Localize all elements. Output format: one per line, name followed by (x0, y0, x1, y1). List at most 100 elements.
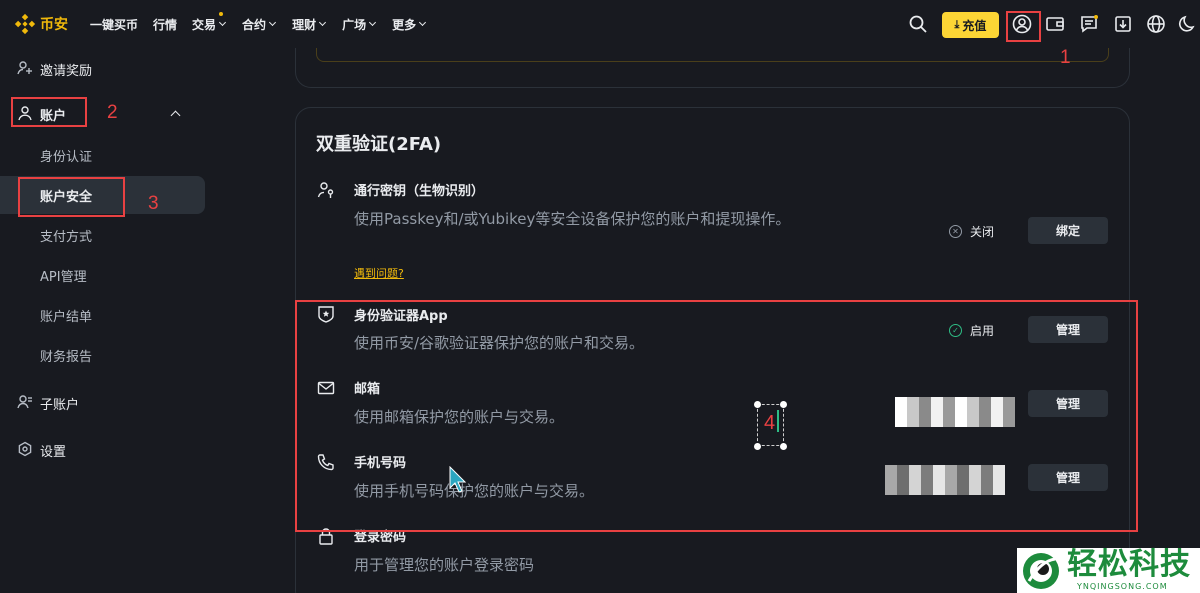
mosaic-cell (897, 475, 909, 485)
nav-square[interactable]: 广场 (342, 16, 377, 33)
mosaic-cell (945, 475, 957, 485)
sidebar-subitem-statements[interactable]: 账户结单 (0, 296, 205, 334)
search-icon[interactable] (908, 14, 928, 34)
top-navigation-bar: 币安 一键买币 行情 交易 合约 理财 广场 更多 ⤓ 充值 (0, 0, 1200, 48)
mosaic-cell (895, 417, 907, 427)
binance-logo-icon (14, 13, 36, 35)
watermark-subtext: YNQINGSONG.COM (1077, 582, 1168, 591)
previous-card-notice (316, 48, 1109, 62)
sidebar-subitem-label: 支付方式 (40, 229, 93, 245)
sidebar-subitem-api[interactable]: API管理 (0, 256, 205, 294)
sidebar-item-sub-account[interactable]: 子账户 (0, 384, 205, 422)
passkey-status: ✕ 关闭 (949, 223, 994, 240)
sidebar-item-account[interactable]: 账户 (0, 95, 205, 133)
sidebar-subitem-label: 财务报告 (40, 349, 93, 365)
envelope-icon (317, 379, 335, 397)
mouse-cursor-icon (449, 466, 467, 493)
mosaic-cell (897, 485, 909, 495)
authenticator-title: 身份验证器App (354, 309, 448, 324)
mosaic-cell (1003, 417, 1015, 427)
moon-icon[interactable] (1178, 14, 1198, 34)
email-manage-button[interactable]: 管理 (1028, 390, 1108, 417)
sidebar-subitem-label: 账户安全 (40, 189, 93, 205)
mosaic-cell (919, 397, 931, 407)
mosaic-cell (907, 397, 919, 407)
site-watermark: 轻松科技 YNQINGSONG.COM (1017, 548, 1200, 593)
status-label: 启用 (970, 324, 995, 338)
sidebar-item-label: 账户 (40, 108, 67, 124)
mosaic-cell (943, 397, 955, 407)
nav-label: 一键买币 (90, 17, 139, 32)
chevron-down-icon (219, 18, 227, 27)
lock-icon (317, 527, 335, 545)
mosaic-cell (907, 407, 919, 417)
settings-icon (17, 441, 33, 457)
passkey-help-link[interactable]: 遇到问题? (354, 265, 404, 281)
sidebar-subitem-security[interactable]: 账户安全 (0, 176, 205, 214)
chevron-down-icon (419, 18, 427, 27)
sidebar-item-label: 邀请奖励 (40, 63, 93, 79)
mosaic-cell (885, 485, 897, 495)
sidebar-item-label: 设置 (40, 444, 67, 460)
chevron-down-icon (319, 18, 327, 27)
sidebar-subitem-identity[interactable]: 身份认证 (0, 136, 205, 174)
password-description: 用于管理您的账户登录密码 (354, 556, 535, 574)
sidebar-subitem-reports[interactable]: 财务报告 (0, 336, 205, 374)
download-app-icon[interactable] (1113, 14, 1133, 34)
mosaic-cell (885, 465, 897, 475)
wallet-icon[interactable] (1045, 14, 1065, 34)
phone-icon (317, 453, 335, 471)
user-profile-icon[interactable] (1012, 14, 1032, 34)
deposit-button[interactable]: ⤓ 充值 (942, 12, 999, 38)
chevron-up-icon[interactable] (170, 110, 181, 121)
mosaic-cell (943, 417, 955, 427)
message-icon[interactable] (1079, 14, 1099, 34)
brand-name: 币安 (40, 17, 68, 33)
previous-card-bottom (295, 48, 1130, 88)
selection-handle (754, 401, 761, 408)
nav-earn[interactable]: 理财 (292, 16, 327, 33)
mosaic-cell (967, 397, 979, 407)
brand-logo[interactable]: 币安 (14, 13, 68, 35)
sidebar-item-referral[interactable]: 邀请奖励 (0, 50, 205, 88)
mosaic-cell (957, 485, 969, 495)
sidebar-subitem-label: 账户结单 (40, 309, 93, 325)
nav-trade[interactable]: 交易 (192, 11, 227, 33)
mosaic-cell (979, 417, 991, 427)
nav-buy-crypto[interactable]: 一键买币 (90, 16, 138, 33)
mosaic-cell (969, 465, 981, 475)
sidebar-subitem-payment[interactable]: 支付方式 (0, 216, 205, 254)
mosaic-cell (979, 407, 991, 417)
email-description: 使用邮箱保护您的账户与交易。 (354, 408, 565, 426)
mosaic-cell (991, 397, 1003, 407)
nav-label: 行情 (153, 17, 178, 32)
mosaic-cell (931, 417, 943, 427)
mosaic-cell (919, 407, 931, 417)
passkey-bind-button[interactable]: 绑定 (1028, 217, 1108, 244)
mosaic-cell (933, 475, 945, 485)
nav-label: 理财 (292, 17, 317, 32)
main-nav: 一键买币 行情 交易 合约 理财 广场 更多 (90, 0, 427, 48)
nav-more[interactable]: 更多 (392, 16, 427, 33)
nav-futures[interactable]: 合约 (242, 16, 277, 33)
watermark-text: 轻松科技 (1067, 547, 1191, 582)
nav-label: 广场 (342, 17, 367, 32)
account-sidebar: 邀请奖励 账户 身份认证 账户安全 支付方式 API管理 账户结单 财务报告 子… (0, 48, 212, 593)
passkey-description: 使用Passkey和/或Yubikey等安全设备保护您的账户和提现操作。 (354, 210, 791, 228)
check-circle-icon: ✓ (949, 324, 962, 337)
annotation-number-3: 3 (148, 193, 159, 214)
authenticator-description: 使用币安/谷歌验证器保护您的账户和交易。 (354, 334, 645, 352)
mosaic-cell (909, 465, 921, 475)
authenticator-manage-button[interactable]: 管理 (1028, 316, 1108, 343)
selection-handle (780, 443, 787, 450)
phone-manage-button[interactable]: 管理 (1028, 464, 1108, 491)
mosaic-cell (907, 417, 919, 427)
mosaic-cell (957, 465, 969, 475)
twofa-title: 双重验证(2FA) (316, 134, 442, 155)
sidebar-item-settings[interactable]: 设置 (0, 431, 205, 469)
globe-icon[interactable] (1146, 14, 1166, 34)
mosaic-cell (921, 475, 933, 485)
nav-markets[interactable]: 行情 (153, 16, 177, 33)
mosaic-cell (909, 475, 921, 485)
sidebar-subitem-label: 身份认证 (40, 149, 93, 165)
